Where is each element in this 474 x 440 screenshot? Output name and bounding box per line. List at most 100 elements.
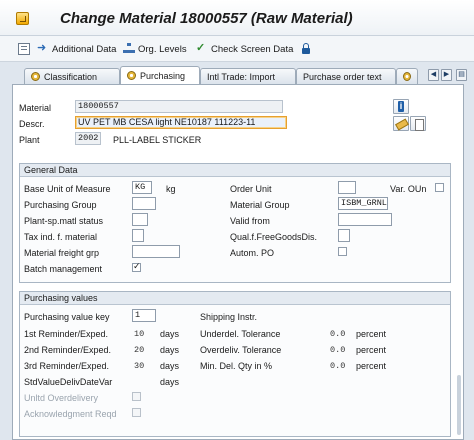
order-unit-field[interactable] bbox=[338, 181, 356, 194]
descr-label: Descr. bbox=[19, 119, 45, 129]
rem3-value: 30 bbox=[134, 361, 145, 371]
plant-label: Plant bbox=[19, 135, 40, 145]
unltd-over-checkbox[interactable] bbox=[132, 392, 141, 401]
min-del-value: 0.0 bbox=[330, 361, 346, 371]
material-group-label: Material Group bbox=[230, 200, 290, 210]
info-button[interactable] bbox=[393, 99, 409, 114]
sap-menu-icon[interactable] bbox=[16, 12, 29, 25]
autom-po-label: Autom. PO bbox=[230, 248, 275, 258]
tab-classification[interactable]: Classification bbox=[24, 68, 120, 84]
tab-intl-trade-import[interactable]: Intl Trade: Import bbox=[200, 68, 296, 84]
title-bar: Change Material 18000557 (Raw Material) bbox=[0, 0, 474, 36]
plant-sp-status-field[interactable] bbox=[132, 213, 148, 226]
rem3-label: 3rd Reminder/Exped. bbox=[24, 361, 110, 371]
document-button[interactable] bbox=[410, 116, 426, 131]
std-value-label: StdValueDelivDateVar bbox=[24, 377, 113, 387]
batch-mgmt-label: Batch management bbox=[24, 264, 103, 274]
std-value-unit: days bbox=[160, 377, 180, 387]
tab-scroll-left-button[interactable]: ◀ bbox=[428, 69, 439, 81]
tab-list-button[interactable]: ▤ bbox=[456, 69, 467, 81]
unltd-over-label: Unltd Overdelivery bbox=[24, 393, 99, 403]
overdel-value: 0.0 bbox=[330, 345, 346, 355]
tab-scroll-right-button[interactable]: ▶ bbox=[441, 69, 452, 81]
ack-reqd-checkbox[interactable] bbox=[132, 408, 141, 417]
lock-icon bbox=[300, 43, 312, 55]
tax-ind-label: Tax ind. f. material bbox=[24, 232, 98, 242]
additional-data-label: Additional Data bbox=[52, 43, 117, 55]
lock-button[interactable] bbox=[300, 41, 312, 57]
group-title: Purchasing values bbox=[20, 292, 450, 305]
edit-button[interactable] bbox=[393, 116, 409, 131]
qual-free-goods-label: Qual.f.FreeGoodsDis. bbox=[230, 232, 318, 242]
tab-label: Intl Trade: Import bbox=[207, 71, 276, 82]
arrow-right-icon bbox=[37, 41, 49, 55]
purchasing-values-group: Purchasing values Purchasing value key 1… bbox=[19, 291, 451, 437]
mat-freight-grp-field[interactable] bbox=[132, 245, 180, 258]
tax-ind-field[interactable] bbox=[132, 229, 144, 242]
batch-mgmt-checkbox[interactable] bbox=[132, 261, 141, 272]
tab-purchase-order-text[interactable]: Purchase order text bbox=[296, 68, 396, 84]
underdel-unit: percent bbox=[356, 329, 387, 339]
purchasing-group-label: Purchasing Group bbox=[24, 200, 97, 210]
rem1-value: 10 bbox=[134, 329, 145, 339]
autom-po-checkbox[interactable] bbox=[338, 247, 347, 256]
min-del-label: Min. Del. Qty in % bbox=[200, 361, 273, 371]
display-change-icon bbox=[18, 43, 30, 55]
underdel-value: 0.0 bbox=[330, 329, 346, 339]
org-levels-button[interactable]: Org. Levels bbox=[123, 41, 187, 57]
overdel-unit: percent bbox=[356, 345, 387, 355]
tab-status-icon bbox=[31, 72, 40, 81]
tab-label: Classification bbox=[44, 71, 98, 82]
material-field[interactable]: 18000557 bbox=[75, 100, 283, 113]
application-toolbar: Additional Data Org. Levels Check Screen… bbox=[0, 36, 474, 62]
rem1-unit: days bbox=[160, 329, 180, 339]
rem2-unit: days bbox=[160, 345, 180, 355]
qual-free-goods-field[interactable] bbox=[338, 229, 350, 242]
vertical-scrollbar[interactable] bbox=[457, 375, 461, 435]
base-uom-label: Base Unit of Measure bbox=[24, 184, 111, 194]
valid-from-field[interactable] bbox=[338, 213, 392, 226]
org-levels-icon bbox=[123, 43, 135, 55]
material-group-field[interactable]: ISBM_GRNL bbox=[338, 197, 388, 210]
check-screen-data-button[interactable]: Check Screen Data bbox=[196, 41, 293, 57]
window-title: Change Material 18000557 (Raw Material) bbox=[60, 10, 353, 27]
pv-key-field[interactable]: 1 bbox=[132, 309, 156, 322]
valid-from-label: Valid from bbox=[230, 216, 270, 226]
display-toggle-button[interactable] bbox=[18, 41, 30, 57]
rem2-label: 2nd Reminder/Exped. bbox=[24, 345, 112, 355]
plant-field[interactable]: 2002 bbox=[75, 132, 101, 145]
general-data-group: General Data Base Unit of Measure KG kg … bbox=[19, 163, 451, 283]
check-icon bbox=[196, 41, 208, 55]
check-screen-data-label: Check Screen Data bbox=[211, 43, 294, 55]
description-field[interactable]: UV PET MB CESA light NE10187 111223-11 bbox=[75, 116, 287, 129]
overdel-label: Overdeliv. Tolerance bbox=[200, 345, 282, 355]
plant-sp-status-label: Plant-sp.matl status bbox=[24, 216, 104, 226]
base-uom-field[interactable]: KG bbox=[132, 181, 152, 194]
ack-reqd-label: Acknowledgment Reqd bbox=[24, 409, 117, 419]
var-oun-checkbox[interactable] bbox=[435, 183, 444, 192]
tab-next-status[interactable] bbox=[396, 68, 418, 84]
shipping-instr-label: Shipping Instr. bbox=[200, 312, 258, 322]
additional-data-button[interactable]: Additional Data bbox=[37, 41, 116, 57]
group-title: General Data bbox=[20, 164, 450, 177]
tab-label: Purchase order text bbox=[303, 71, 382, 82]
order-unit-label: Order Unit bbox=[230, 184, 272, 194]
pv-key-label: Purchasing value key bbox=[24, 312, 110, 322]
org-levels-label: Org. Levels bbox=[138, 43, 187, 55]
tab-purchasing[interactable]: Purchasing bbox=[120, 66, 200, 84]
tab-status-icon bbox=[127, 71, 136, 80]
purchasing-group-field[interactable] bbox=[132, 197, 156, 210]
rem2-value: 20 bbox=[134, 345, 145, 355]
base-uom-unit: kg bbox=[166, 184, 176, 194]
mat-freight-grp-label: Material freight grp bbox=[24, 248, 100, 258]
min-del-unit: percent bbox=[356, 361, 387, 371]
tab-status-icon bbox=[403, 72, 411, 81]
rem1-label: 1st Reminder/Exped. bbox=[24, 329, 109, 339]
material-label: Material bbox=[19, 103, 52, 113]
tab-strip: Classification Purchasing Intl Trade: Im… bbox=[0, 66, 474, 84]
tab-content-panel: Material 18000557 Descr. UV PET MB CESA … bbox=[12, 84, 464, 440]
plant-name: PLL-LABEL STICKER bbox=[113, 135, 202, 145]
rem3-unit: days bbox=[160, 361, 180, 371]
tab-label: Purchasing bbox=[140, 70, 186, 81]
var-oun-label: Var. OUn bbox=[390, 184, 427, 194]
